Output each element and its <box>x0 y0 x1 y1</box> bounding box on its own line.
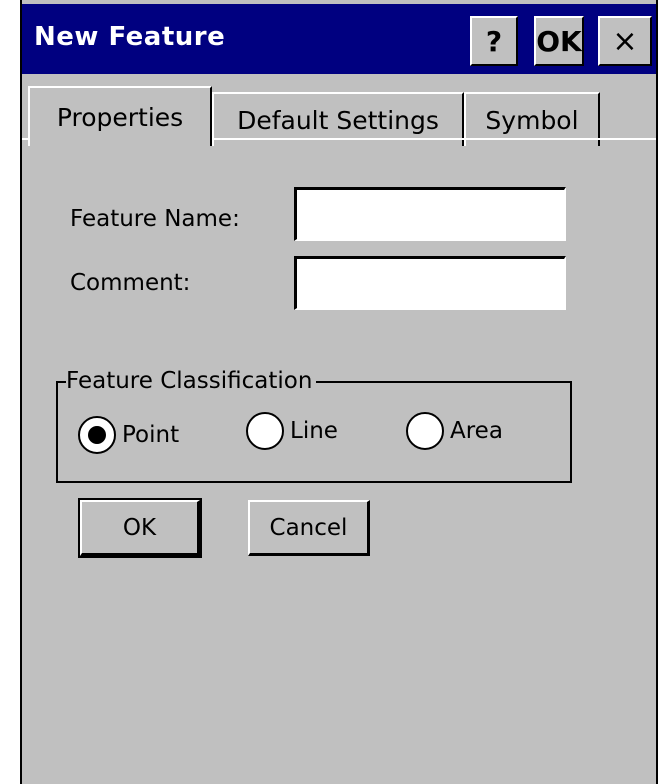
cancel-button[interactable]: Cancel <box>248 500 370 556</box>
help-button[interactable]: ? <box>470 16 518 66</box>
feature-classification-legend: Feature Classification <box>66 368 317 394</box>
radio-selected-dot <box>88 426 106 444</box>
comment-input[interactable] <box>294 256 566 310</box>
tab-properties[interactable]: Properties <box>28 86 212 146</box>
title-ok-button[interactable]: OK <box>534 16 584 66</box>
ok-button[interactable]: OK <box>78 498 202 558</box>
close-button[interactable]: × <box>598 16 652 66</box>
tab-strip: Properties Default Settings Symbol <box>22 84 656 146</box>
dialog-window: New Feature ? OK × Properties Default Se… <box>20 0 658 784</box>
radio-area-circle[interactable] <box>406 412 444 450</box>
window-title: New Feature <box>34 22 226 52</box>
radio-line[interactable]: Line <box>246 412 338 450</box>
comment-label: Comment: <box>70 270 191 296</box>
radio-point-label: Point <box>122 422 180 448</box>
radio-point-circle[interactable] <box>78 416 116 454</box>
radio-area[interactable]: Area <box>406 412 503 450</box>
radio-line-label: Line <box>290 418 338 444</box>
radio-area-label: Area <box>450 418 503 444</box>
feature-name-label: Feature Name: <box>70 206 240 232</box>
radio-line-circle[interactable] <box>246 412 284 450</box>
title-bar: New Feature ? OK × <box>22 0 656 84</box>
radio-point[interactable]: Point <box>78 416 179 454</box>
feature-name-input[interactable] <box>294 187 566 241</box>
